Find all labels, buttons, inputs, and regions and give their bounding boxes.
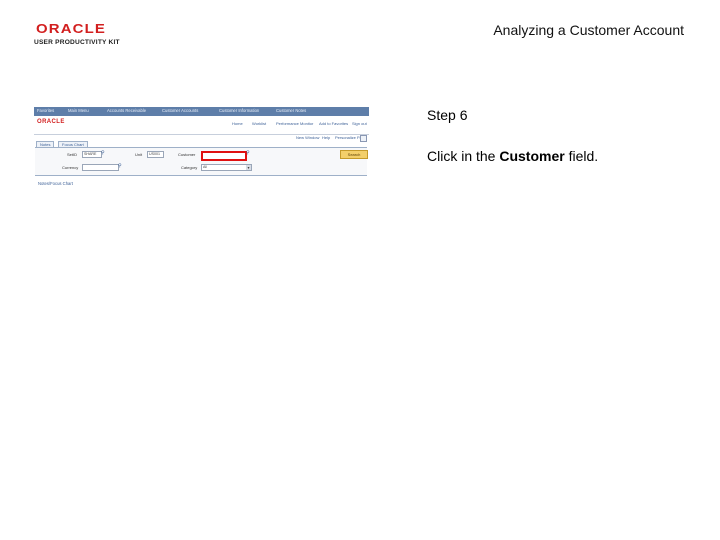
header-link-sign-out[interactable]: Sign out [352,121,367,126]
step-label: Step 6 [427,107,468,123]
oracle-upk-logo: ORACLE USER PRODUCTIVITY KIT [34,22,126,48]
breadcrumb-nav-bar: Favorites Main Menu Accounts Receivable … [34,107,369,116]
instruction-field-name: Customer [499,148,565,164]
customer-lookup-icon[interactable]: ⚲ [246,151,250,156]
search-button[interactable]: Search [340,150,368,159]
header-link-worklist[interactable]: Worklist [252,121,266,126]
category-select[interactable]: All ▾ [201,164,252,171]
instruction-text-after: field. [564,148,599,164]
document-title: Analyzing a Customer Account [493,22,684,38]
toolbar-icon[interactable] [360,135,367,142]
chevron-down-icon: ▾ [246,165,251,170]
application-screenshot: Favorites Main Menu Accounts Receivable … [34,107,369,192]
nav-item-customer-information[interactable]: Customer Information [219,108,259,113]
search-criteria-panel: SetID SHARE ⚲ Unit US001 Customer ⚲ Sear… [35,147,368,176]
toolbar-new-window[interactable]: New Window [296,135,319,140]
currency-lookup-icon[interactable]: ⚲ [118,164,122,169]
setid-field[interactable]: SHARE [82,151,102,158]
app-header: ORACLE Home Worklist Performance Monitor… [34,116,369,135]
oracle-wordmark: ORACLE [36,21,107,36]
instruction-text-before: Click in the [427,148,500,164]
customer-field[interactable] [201,151,247,161]
category-select-value: All [203,165,207,169]
nav-item-customer-notes[interactable]: Customer Notes [276,108,306,113]
category-label: Category [181,165,198,170]
nav-item-customer-accounts[interactable]: Customer Accounts [162,108,198,113]
currency-field[interactable] [82,164,119,171]
currency-label: Currency [62,165,79,170]
nav-item-main-menu[interactable]: Main Menu [68,108,89,113]
app-logo: ORACLE [37,119,65,125]
upk-subtitle: USER PRODUCTIVITY KIT [34,39,120,46]
setid-lookup-icon[interactable]: ⚲ [101,151,105,156]
unit-field[interactable]: US001 [147,151,164,158]
header-link-home[interactable]: Home [232,121,243,126]
setid-label: SetID [67,152,78,157]
step-instruction: Click in the Customer field. [427,148,598,164]
header-link-performance-monitor[interactable]: Performance Monitor [276,121,313,126]
customer-label: Customer [178,152,196,157]
unit-label: Unit [135,152,143,157]
header-link-add-favorites[interactable]: Add to Favorites [319,121,348,126]
footer-link-notes-focus-chart[interactable]: Notes/Focus Chart [38,181,73,186]
nav-item-favorites[interactable]: Favorites [37,108,54,113]
toolbar-help[interactable]: Help [322,135,330,140]
nav-item-accounts-receivable[interactable]: Accounts Receivable [107,108,146,113]
